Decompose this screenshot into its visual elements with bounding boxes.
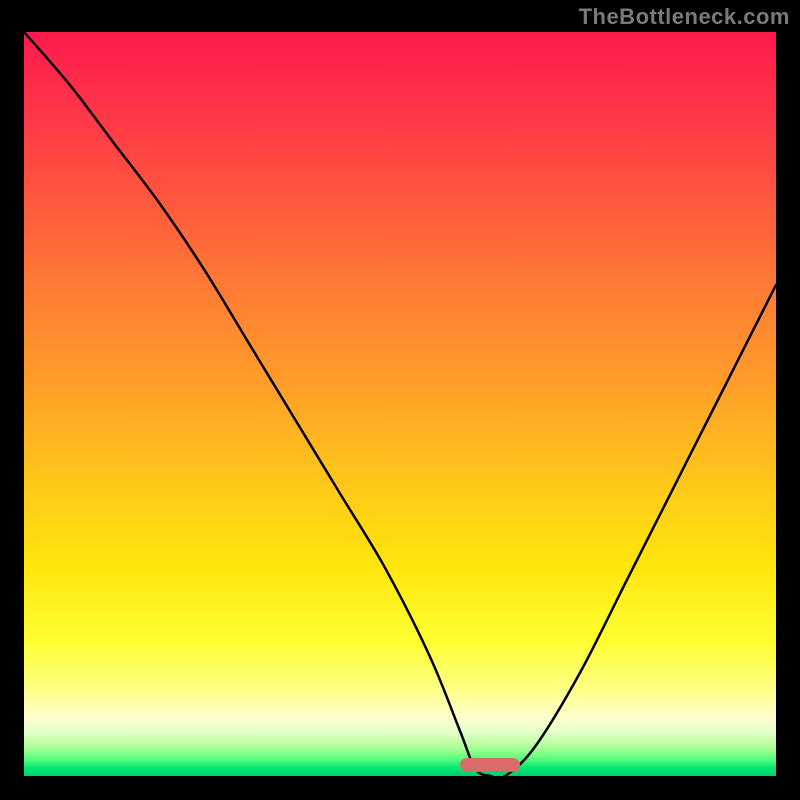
plot-area (24, 32, 776, 776)
bottleneck-curve (24, 32, 776, 776)
watermark-text: TheBottleneck.com (579, 4, 790, 30)
optimal-range-marker (460, 758, 520, 772)
chart-frame: TheBottleneck.com (0, 0, 800, 800)
curve-path (24, 32, 776, 776)
